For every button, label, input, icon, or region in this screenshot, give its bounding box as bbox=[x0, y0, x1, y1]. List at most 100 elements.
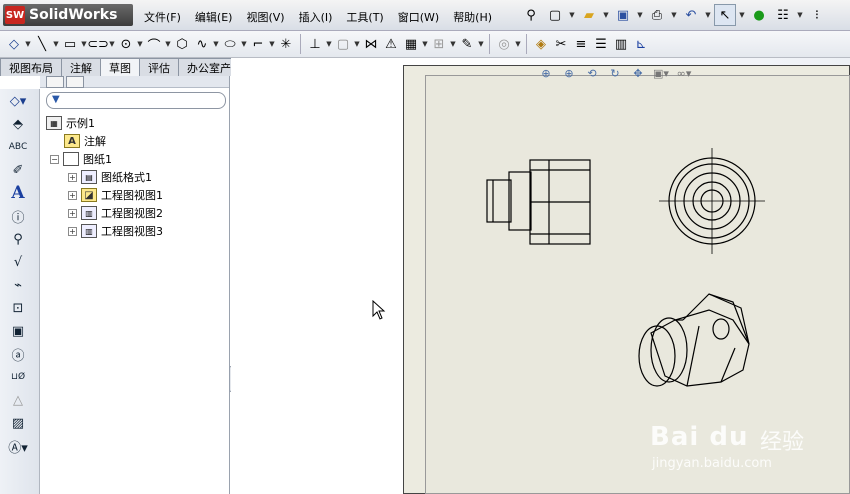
menu-view[interactable]: 视图(V) bbox=[239, 7, 291, 27]
chevron-down-icon[interactable]: ▼ bbox=[353, 33, 361, 55]
menu-insert[interactable]: 插入(I) bbox=[292, 7, 340, 27]
expand-icon[interactable]: + bbox=[68, 172, 77, 182]
chevron-down-icon[interactable]: ▼ bbox=[738, 4, 746, 26]
expand-icon[interactable]: + bbox=[68, 208, 77, 218]
trim-icon[interactable]: ⊥ bbox=[305, 33, 325, 55]
new-document-icon[interactable]: ▢ bbox=[544, 4, 566, 26]
chevron-down-icon[interactable]: ▼ bbox=[240, 33, 248, 55]
mirror-icon[interactable]: ⋈ bbox=[361, 33, 381, 55]
auto-balloon-icon[interactable]: ⚲ bbox=[4, 228, 32, 250]
color-display-icon[interactable]: ⊾ bbox=[631, 33, 651, 55]
ellipse-icon[interactable]: ⬭ bbox=[220, 33, 240, 55]
feature-manager-tab-icon[interactable] bbox=[46, 76, 64, 88]
chevron-down-icon[interactable]: ▼ bbox=[602, 4, 610, 26]
tab-evaluate[interactable]: 评估 bbox=[139, 58, 179, 76]
chevron-down-icon[interactable]: ▼ bbox=[421, 33, 429, 55]
convert-entities-icon[interactable]: ▢ bbox=[333, 33, 353, 55]
chevron-down-icon[interactable]: ▼ bbox=[268, 33, 276, 55]
layer-properties-icon[interactable]: ✂ bbox=[551, 33, 571, 55]
layer-icon[interactable]: ◈ bbox=[531, 33, 551, 55]
tab-annotation[interactable]: 注解 bbox=[61, 58, 101, 76]
hide-show-edges-icon[interactable]: ▥ bbox=[611, 33, 631, 55]
chevron-down-icon[interactable]: ▼ bbox=[514, 33, 522, 55]
surface-finish-icon[interactable]: √ bbox=[4, 251, 32, 273]
front-view[interactable] bbox=[486, 159, 591, 245]
grid-icon[interactable]: ▦ bbox=[401, 33, 421, 55]
chevron-down-icon[interactable]: ▼ bbox=[136, 33, 144, 55]
chevron-down-icon[interactable]: ▼ bbox=[477, 33, 485, 55]
side-view[interactable] bbox=[659, 148, 765, 254]
solidworks-logo[interactable]: SW SolidWorks bbox=[3, 4, 133, 26]
save-icon[interactable]: ▣ bbox=[612, 4, 634, 26]
expand-icon[interactable]: + bbox=[68, 190, 77, 200]
sketch-pen-icon[interactable]: ✎ bbox=[457, 33, 477, 55]
isometric-view[interactable] bbox=[638, 293, 750, 387]
model-items-icon[interactable]: ⬘ bbox=[4, 113, 32, 135]
select-arrow-icon[interactable]: ↖ bbox=[714, 4, 736, 26]
chevron-down-icon[interactable]: ▼ bbox=[636, 4, 644, 26]
menu-edit[interactable]: 编辑(E) bbox=[188, 7, 240, 27]
undo-icon[interactable]: ↶ bbox=[680, 4, 702, 26]
circle-icon[interactable]: ⊙ bbox=[116, 33, 136, 55]
collapse-icon[interactable]: − bbox=[50, 154, 59, 164]
geometric-tolerance-icon[interactable]: ▣ bbox=[4, 320, 32, 342]
polygon-icon[interactable]: ⬡ bbox=[172, 33, 192, 55]
note-icon[interactable]: A bbox=[4, 182, 32, 204]
menu-tools[interactable]: 工具(T) bbox=[339, 7, 390, 27]
tab-sketch[interactable]: 草图 bbox=[100, 58, 140, 77]
smart-dimension-icon[interactable]: ◇ bbox=[4, 33, 24, 55]
chevron-down-icon[interactable]: ▼ bbox=[325, 33, 333, 55]
chevron-down-icon[interactable]: ▼ bbox=[796, 4, 804, 26]
weld-symbol-icon[interactable]: ⌁ bbox=[4, 274, 32, 296]
zoom-fit-icon[interactable]: ◎ bbox=[494, 33, 514, 55]
expand-icon[interactable]: + bbox=[68, 226, 77, 236]
line-thickness-icon[interactable]: ≡ bbox=[571, 33, 591, 55]
chevron-down-icon[interactable]: ▼ bbox=[164, 33, 172, 55]
tree-filter-input[interactable]: ▼ bbox=[46, 92, 226, 109]
chevron-down-icon[interactable]: ▼ bbox=[568, 4, 576, 26]
tree-item-sheet[interactable]: − 图纸1 bbox=[46, 150, 163, 168]
format-painter-icon[interactable]: ✐ bbox=[4, 159, 32, 181]
arc-icon[interactable]: ⌒ bbox=[144, 33, 164, 55]
chevron-down-icon[interactable]: ▼ bbox=[670, 4, 678, 26]
spline-icon[interactable]: ∿ bbox=[192, 33, 212, 55]
tree-item-drawing-view-3[interactable]: + ▥ 工程图视图3 bbox=[46, 222, 163, 240]
balloon-icon[interactable]: ⓘ bbox=[4, 205, 32, 227]
chevron-down-icon[interactable]: ▼ bbox=[449, 33, 457, 55]
area-hatch-icon[interactable]: ▨ bbox=[4, 412, 32, 434]
point-icon[interactable]: ✳ bbox=[276, 33, 296, 55]
fillet-icon[interactable]: ⌐ bbox=[248, 33, 268, 55]
rebuild-icon[interactable]: ● bbox=[748, 4, 770, 26]
tree-item-drawing-view-2[interactable]: + ▥ 工程图视图2 bbox=[46, 204, 163, 222]
chevron-down-icon[interactable]: ▼ bbox=[24, 33, 32, 55]
slot-icon[interactable]: ⊂⊃ bbox=[87, 33, 109, 55]
open-folder-icon[interactable]: ▰ bbox=[578, 4, 600, 26]
chevron-down-icon[interactable]: ▼ bbox=[704, 4, 712, 26]
pin-icon[interactable]: ⚲ bbox=[520, 4, 542, 26]
smart-dimension-icon[interactable]: ◇▾ bbox=[4, 90, 32, 112]
chevron-down-icon[interactable]: ▼ bbox=[52, 33, 60, 55]
spell-check-icon[interactable]: ABC bbox=[4, 136, 32, 158]
block-insert-icon[interactable]: Ⓐ▾ bbox=[4, 435, 32, 457]
menu-window[interactable]: 窗口(W) bbox=[391, 7, 446, 27]
options-icon[interactable]: ☷ bbox=[772, 4, 794, 26]
hole-callout-icon[interactable]: ⊡ bbox=[4, 297, 32, 319]
tree-item-sheet-format[interactable]: + ▤ 图纸格式1 bbox=[46, 168, 163, 186]
line-icon[interactable]: ╲ bbox=[32, 33, 52, 55]
print-icon[interactable]: ⎙ bbox=[646, 4, 668, 26]
rectangle-icon[interactable]: ▭ bbox=[60, 33, 80, 55]
menu-file[interactable]: 文件(F) bbox=[137, 7, 188, 27]
line-style-icon[interactable]: ☰ bbox=[591, 33, 611, 55]
relations-icon[interactable]: ⚠ bbox=[381, 33, 401, 55]
block-icon[interactable]: ⊞ bbox=[429, 33, 449, 55]
more-icon[interactable]: ⁝ bbox=[806, 4, 828, 26]
tree-item-annotations[interactable]: A 注解 bbox=[46, 132, 163, 150]
datum-target-icon[interactable]: ⊔Ø bbox=[4, 366, 32, 388]
datum-feature-icon[interactable]: ⓐ bbox=[4, 343, 32, 365]
chevron-down-icon[interactable]: ▼ bbox=[212, 33, 220, 55]
tree-item-drawing-view-1[interactable]: + ◪ 工程图视图1 bbox=[46, 186, 163, 204]
revision-symbol-icon[interactable]: △ bbox=[4, 389, 32, 411]
property-manager-tab-icon[interactable] bbox=[66, 76, 84, 88]
chevron-down-icon[interactable]: ▼ bbox=[108, 33, 116, 55]
tab-view-layout[interactable]: 视图布局 bbox=[0, 58, 62, 76]
